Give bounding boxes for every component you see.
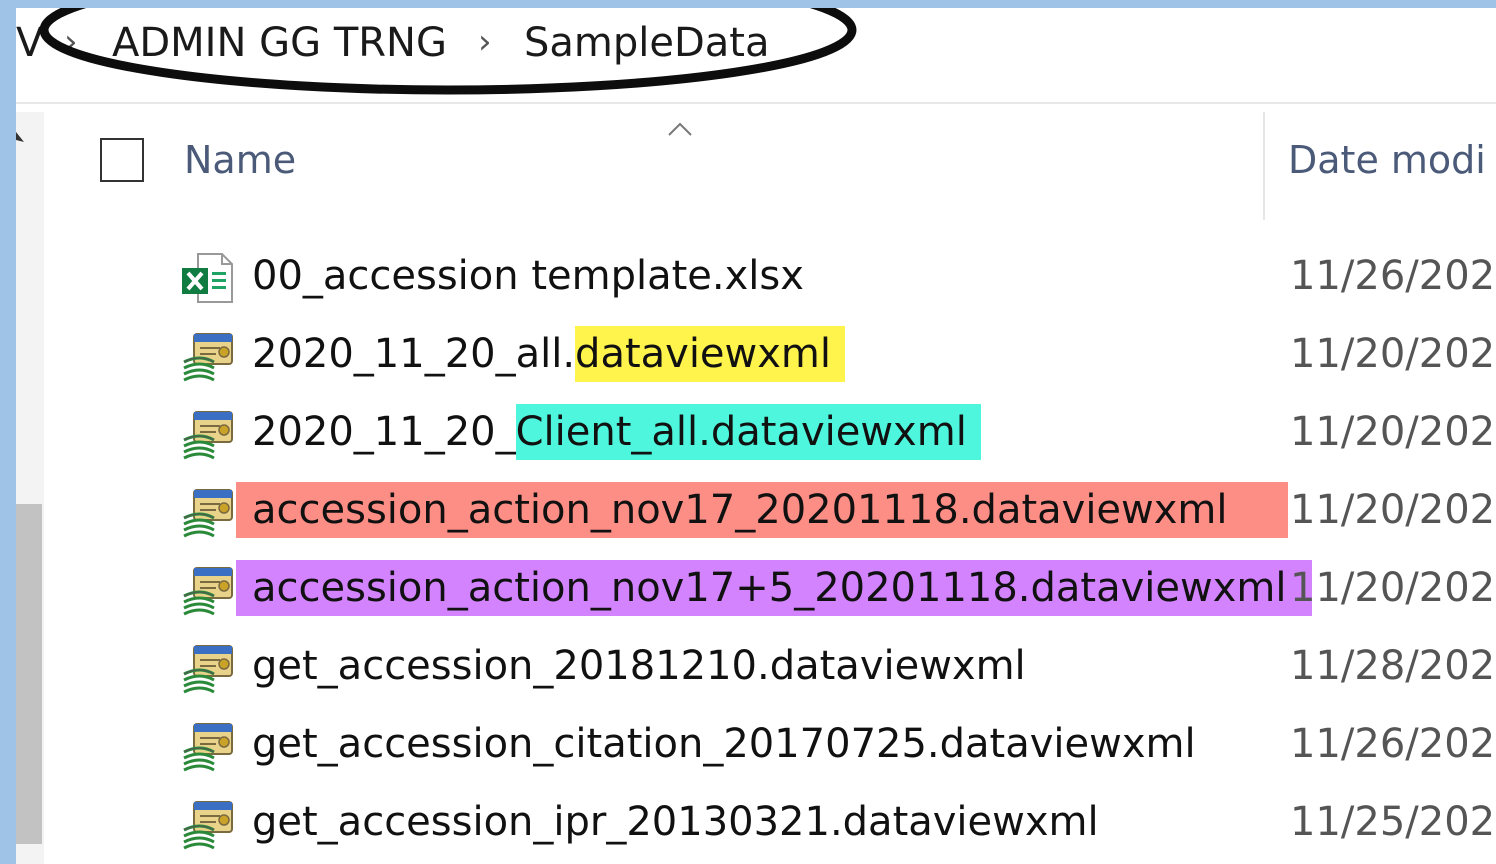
highlighted-file-name-text: accession_action_nov17_20201118.dataview… <box>236 482 1288 538</box>
file-name[interactable]: 2020_11_20_all.dataviewxml <box>252 326 846 382</box>
file-row[interactable]: get_accession_citation_20170725.dataview… <box>16 708 1496 782</box>
chevron-right-icon: › <box>64 22 78 62</box>
file-date-modified: 11/20/202 <box>1290 409 1496 455</box>
file-row[interactable]: 2020_11_20_all.dataviewxml 11/20/202 <box>16 318 1496 392</box>
file-row[interactable]: 2020_11_20_Client_all.dataviewxml 11/20/2… <box>16 396 1496 470</box>
file-name-text: 2020_11_20_ <box>252 409 516 455</box>
file-name[interactable]: get_accession_citation_20170725.dataview… <box>252 716 1196 772</box>
dataview-xml-icon <box>180 720 236 776</box>
column-divider[interactable] <box>1263 112 1265 220</box>
file-row[interactable]: get_accession_ipr_20130321.dataviewxml 11… <box>16 786 1496 860</box>
file-name[interactable]: get_accession_ipr_20130321.dataviewxml <box>252 794 1099 850</box>
file-date-modified: 11/25/202 <box>1290 799 1496 845</box>
file-date-modified: 11/26/202 <box>1290 253 1496 299</box>
highlighted-file-name-text: accession_action_nov17+5_20201118.datavi… <box>236 560 1313 616</box>
file-date-modified: 11/26/202 <box>1290 721 1496 767</box>
file-date-modified: 11/20/202 <box>1290 331 1496 377</box>
file-name[interactable]: 00_accession template.xlsx <box>252 248 804 304</box>
file-row[interactable]: get_accession_20181210.dataviewxml 11/28/… <box>16 630 1496 704</box>
sort-ascending-icon[interactable] <box>668 122 692 136</box>
select-all-checkbox[interactable] <box>100 138 144 182</box>
breadcrumb-item-admin-gg-trng[interactable]: ADMIN GG TRNG <box>112 20 447 66</box>
column-header-name[interactable]: Name <box>184 138 296 182</box>
dataview-xml-icon <box>180 330 236 386</box>
expand-arrow-icon[interactable] <box>16 132 26 144</box>
dataview-xml-icon <box>180 408 236 464</box>
chevron-right-icon[interactable]: › <box>478 22 492 62</box>
file-date-modified: 11/20/202 <box>1290 487 1496 533</box>
file-row[interactable]: accession_action_nov17_20201118.dataview… <box>16 474 1496 548</box>
column-header-date-modified[interactable]: Date modi <box>1288 138 1486 182</box>
file-row[interactable]: 00_accession template.xlsx 11/26/202 <box>16 240 1496 314</box>
dataview-xml-icon <box>180 642 236 698</box>
file-name-text: 00_accession template.xlsx <box>252 253 804 299</box>
file-name[interactable]: accession_action_nov17_20201118.dataview… <box>236 482 1288 538</box>
file-date-modified: 11/28/202 <box>1290 643 1496 689</box>
file-explorer-window: V › ADMIN GG TRNG › SampleData Name Date… <box>16 8 1496 864</box>
breadcrumb: V › ADMIN GG TRNG › SampleData <box>16 8 1496 104</box>
file-row[interactable]: accession_action_nov17+5_20201118.datavi… <box>16 552 1496 626</box>
highlighted-file-name-text: Client_all.dataviewxml <box>515 404 981 460</box>
dataview-xml-icon <box>180 798 236 854</box>
highlighted-file-name-text: dataviewxml <box>575 326 846 382</box>
dataview-xml-icon <box>180 564 236 620</box>
file-date-modified: 11/20/202 <box>1290 565 1496 611</box>
file-name-text: 2020_11_20_all. <box>252 331 576 377</box>
file-name[interactable]: get_accession_20181210.dataviewxml <box>252 638 1026 694</box>
file-name[interactable]: 2020_11_20_Client_all.dataviewxml <box>252 404 981 460</box>
file-name-text: get_accession_ipr_20130321.dataviewxml <box>252 799 1099 845</box>
file-name[interactable]: accession_action_nov17+5_20201118.datavi… <box>236 560 1313 616</box>
breadcrumb-item-partial[interactable]: V <box>16 20 43 66</box>
file-name-text: get_accession_citation_20170725.dataview… <box>252 721 1196 767</box>
excel-icon <box>180 252 236 308</box>
file-name-text: get_accession_20181210.dataviewxml <box>252 643 1026 689</box>
dataview-xml-icon <box>180 486 236 542</box>
breadcrumb-item-sampledata[interactable]: SampleData <box>524 20 770 66</box>
